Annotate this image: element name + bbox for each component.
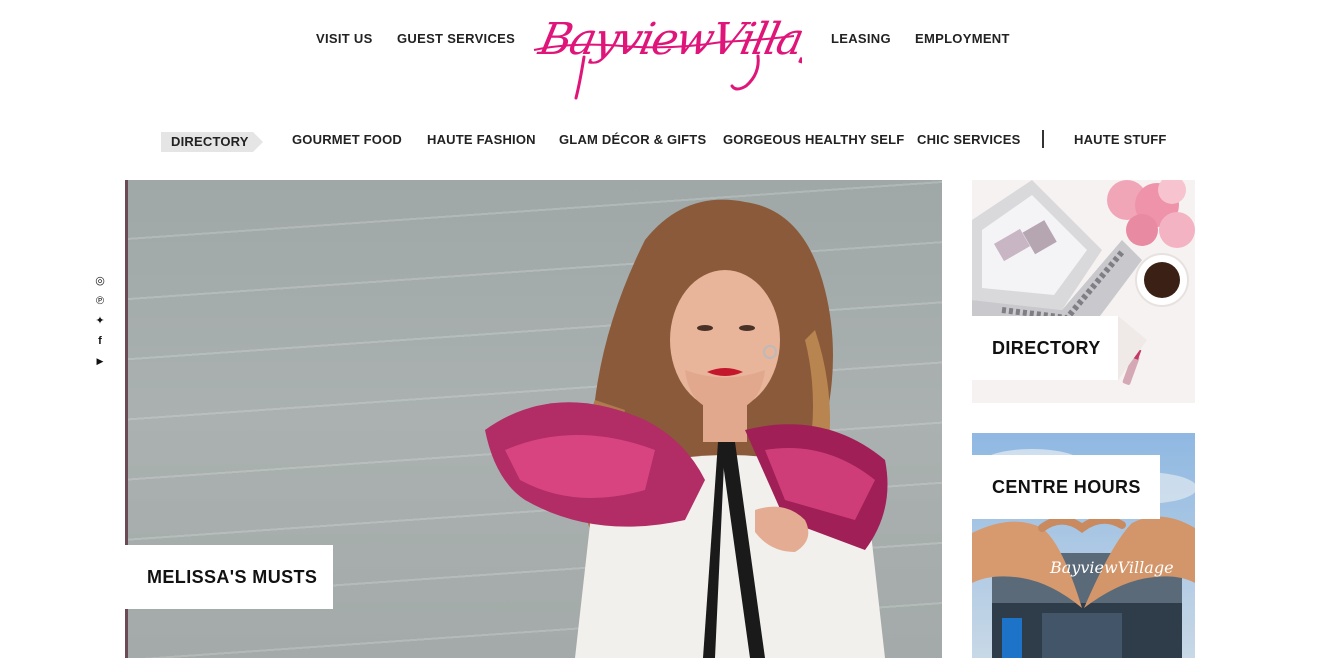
category-directory-label: DIRECTORY	[171, 134, 249, 149]
hero-label: MELISSA'S MUSTS	[125, 545, 333, 609]
category-chic-services[interactable]: CHIC SERVICES	[917, 132, 1021, 147]
twitter-icon[interactable]: ✦	[92, 314, 108, 328]
category-glam-decor-gifts[interactable]: GLAM DÉCOR & GIFTS	[559, 132, 706, 147]
directory-tile[interactable]: DIRECTORY	[972, 180, 1195, 403]
category-nav: DIRECTORY GOURMET FOOD HAUTE FASHION GLA…	[0, 130, 1322, 152]
category-haute-fashion[interactable]: HAUTE FASHION	[427, 132, 536, 147]
nav-divider	[1042, 130, 1044, 148]
centre-hours-tile[interactable]: BayviewVillage CENTRE HOURS	[972, 433, 1195, 658]
nav-leasing[interactable]: LEASING	[831, 31, 891, 46]
nav-guest-services[interactable]: GUEST SERVICES	[397, 31, 515, 46]
category-haute-stuff[interactable]: HAUTE STUFF	[1074, 132, 1166, 147]
directory-tile-label: DIRECTORY	[972, 316, 1118, 380]
category-gorgeous-healthy-self[interactable]: GORGEOUS HEALTHY SELF	[723, 132, 904, 147]
centre-hours-tile-text: CENTRE HOURS	[992, 477, 1141, 497]
directory-tile-text: DIRECTORY	[992, 338, 1101, 358]
category-gourmet-food[interactable]: GOURMET FOOD	[292, 132, 402, 147]
instagram-icon[interactable]: ◎	[92, 274, 108, 288]
centre-hours-tile-label: CENTRE HOURS	[972, 455, 1160, 519]
pinterest-icon[interactable]: ℗	[92, 294, 108, 308]
hero-feature[interactable]: MELISSA'S MUSTS	[125, 180, 942, 658]
youtube-icon[interactable]: ▶	[92, 354, 108, 368]
facebook-icon[interactable]: f	[92, 334, 108, 348]
nav-visit-us[interactable]: VISIT US	[316, 31, 373, 46]
category-directory[interactable]: DIRECTORY	[161, 132, 263, 152]
nav-employment[interactable]: EMPLOYMENT	[915, 31, 1010, 46]
bayview-village-logo[interactable]: BayviewVillage	[532, 2, 858, 102]
hero-label-text: MELISSA'S MUSTS	[147, 567, 318, 587]
social-links: ◎ ℗ ✦ f ▶	[92, 274, 108, 374]
centre-sign-text: BayviewVillage	[1049, 558, 1174, 577]
